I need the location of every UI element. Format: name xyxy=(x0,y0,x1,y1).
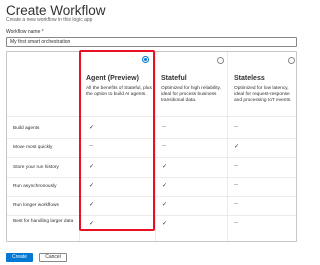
check-icon: ✓ xyxy=(234,144,240,150)
dash-mark: -- xyxy=(234,163,238,169)
check-icon: ✓ xyxy=(162,183,168,189)
workflow-name-input[interactable]: My first smart orchestration xyxy=(6,37,297,47)
dash-mark: -- xyxy=(234,182,238,188)
feature-label: Run asynchronously xyxy=(13,184,57,189)
feature-label: Store your run history xyxy=(13,165,59,170)
option-stateful-description: Optimized for high reliability, ideal fo… xyxy=(161,86,221,103)
dash-mark: -- xyxy=(162,143,166,149)
feature-label: Run longer workflows xyxy=(13,203,59,208)
feature-label: Move most quickly xyxy=(13,145,53,150)
dash-mark: -- xyxy=(162,124,166,130)
option-stateless-description: Optimized for low latency, ideal for req… xyxy=(234,86,292,103)
dash-mark: -- xyxy=(234,220,238,226)
check-icon: ✓ xyxy=(162,221,168,227)
dash-mark: -- xyxy=(234,201,238,207)
workflow-name-label: Workflow name * xyxy=(6,29,44,35)
option-stateful-title: Stateful xyxy=(161,75,187,82)
check-icon: ✓ xyxy=(162,164,168,170)
page-subtitle: Create a new workflow in this logic app xyxy=(6,17,93,23)
feature-label: Best for handling larger data xyxy=(13,219,74,224)
dash-mark: -- xyxy=(234,124,238,130)
radio-stateful[interactable] xyxy=(217,57,224,64)
option-stateful[interactable]: Stateful Optimized for high reliability,… xyxy=(156,52,227,116)
page-title: Create Workflow xyxy=(6,3,106,18)
radio-stateless[interactable] xyxy=(288,57,295,64)
option-stateless-title: Stateless xyxy=(234,75,265,82)
check-icon: ✓ xyxy=(162,202,168,208)
cancel-button[interactable]: Cancel xyxy=(39,253,67,262)
agent-column-highlight xyxy=(79,50,155,231)
feature-label: Build agents xyxy=(13,126,40,131)
create-button[interactable]: Create xyxy=(6,253,33,262)
option-stateless[interactable]: Stateless Optimized for low latency, ide… xyxy=(228,52,296,116)
